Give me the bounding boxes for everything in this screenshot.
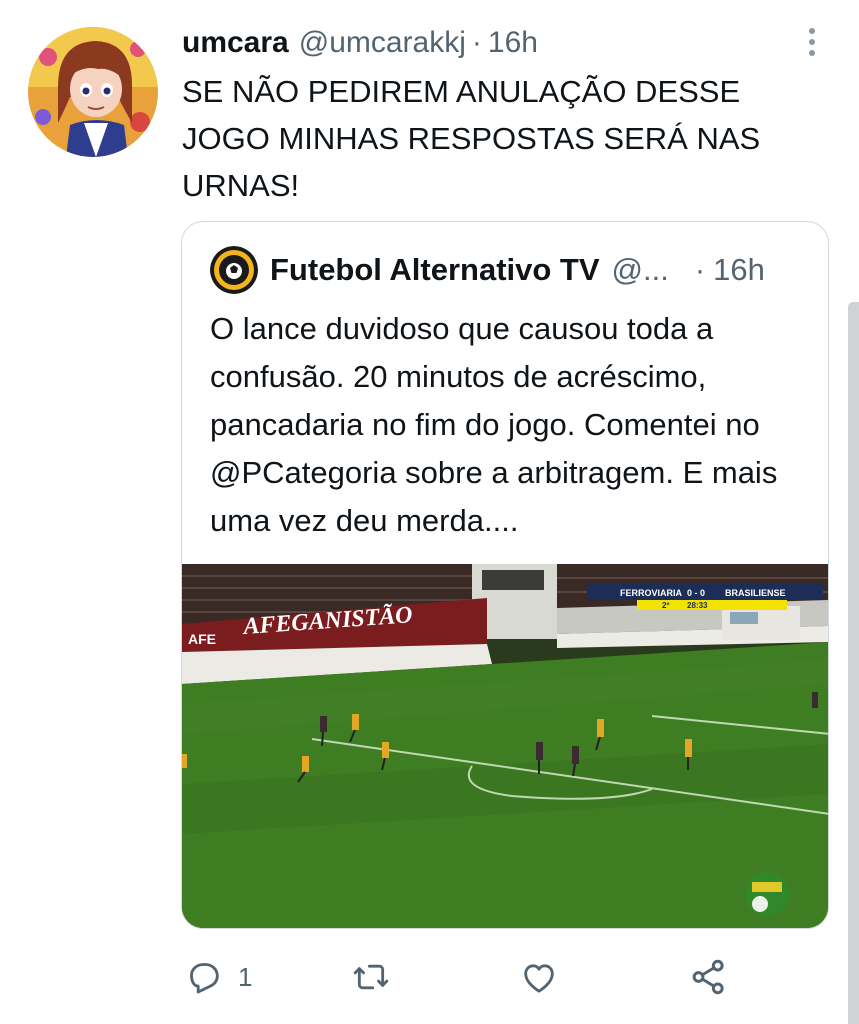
action-bar: 1 [184,952,744,1002]
scorebug-score: 0 - 0 [687,588,705,598]
reply-count: 1 [238,961,253,992]
share-icon [692,959,724,995]
like-button[interactable] [518,952,560,1002]
quoted-avatar[interactable] [210,246,258,294]
scorebug-clock: 28:33 [687,601,708,610]
reply-icon [190,963,219,994]
more-dot [809,39,815,45]
separator-dot: · [694,252,706,287]
more-dot [809,50,815,56]
share-button[interactable] [688,952,730,1002]
avatar-image [28,27,158,157]
retweet-icon [353,964,389,990]
quoted-timestamp[interactable]: 16h [713,250,765,290]
scorebug-home-team: FERROVIARIA [620,588,683,598]
scorebug-period: 2º [662,601,669,610]
avatar[interactable] [28,27,158,157]
scorebug-away-team: BRASILIENSE [725,588,786,598]
tweet-text: SE NÃO PEDIREM ANULAÇÃO DESSE JOGO MINHA… [182,74,761,203]
heart-icon [524,964,554,993]
video-thumbnail[interactable]: AFE AFEGANISTÃO FERROVIARIA 0 - 0 BRASIL… [182,564,828,928]
quoted-handle[interactable]: @... [612,250,669,290]
more-dot [809,28,815,34]
more-vertical-icon[interactable] [800,22,824,62]
quoted-text: O lance duvidoso que causou toda a confu… [210,311,778,538]
user-handle[interactable]: @umcarakkj [299,26,466,60]
quoted-tweet[interactable]: Futebol Alternativo TV @... · 16h O lanc… [181,221,829,929]
reply-button[interactable]: 1 [184,952,252,1002]
separator-dot: · [471,26,482,59]
tweet-header: umcara @umcarakkj · 16h [182,26,538,60]
scrollbar[interactable] [848,302,859,1024]
quoted-display-name[interactable]: Futebol Alternativo TV [270,250,600,290]
display-name[interactable]: umcara [182,26,289,60]
channel-watermark [745,872,789,916]
timestamp[interactable]: 16h [488,26,538,60]
retweet-button[interactable] [350,952,392,1002]
banner-badge: AFE [188,631,216,647]
match-frame: AFE AFEGANISTÃO FERROVIARIA 0 - 0 BRASIL… [182,564,828,928]
quoted-header: Futebol Alternativo TV @... · 16h [270,250,765,290]
